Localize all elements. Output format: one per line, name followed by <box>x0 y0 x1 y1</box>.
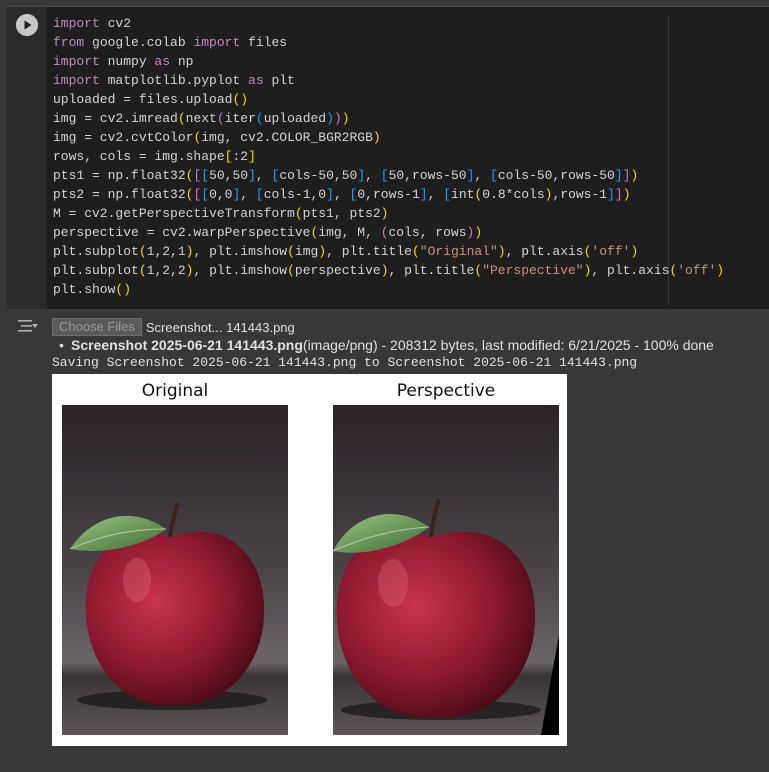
perspective-title: Perspective <box>396 381 496 401</box>
upload-widget: Choose Files Screenshot... 141443.png <box>52 318 295 336</box>
output-area: Choose Files Screenshot... 141443.png • S… <box>7 309 769 764</box>
code-line: img = cv2.cvtColor(img, cv2.COLOR_BGR2RG… <box>53 130 381 145</box>
cell-output: Choose Files Screenshot... 141443.png • S… <box>52 309 768 764</box>
original-title: Original <box>141 381 209 401</box>
code-editor[interactable]: import cv2 from google.colab import files… <box>53 14 765 304</box>
code-line: uploaded = files.upload() <box>53 92 249 107</box>
code-line: pts2 = np.float32([[0,0], [cols-1,0], [0… <box>53 187 631 202</box>
code-line: import numpy as np <box>53 54 194 69</box>
original-image <box>62 405 288 735</box>
cell-gutter <box>7 7 47 310</box>
list-bullet: • <box>59 337 64 353</box>
code-line: plt.subplot(1,2,2), plt.imshow(perspecti… <box>53 263 725 278</box>
code-line: import matplotlib.pyplot as plt <box>53 73 295 88</box>
apple-image-perspective <box>333 405 559 735</box>
code-line: pts1 = np.float32([[50,50], [cols-50,50]… <box>53 168 639 183</box>
run-cell-button[interactable] <box>16 14 38 36</box>
code-line: plt.subplot(1,2,1), plt.imshow(img), plt… <box>53 244 639 259</box>
code-line: import cv2 <box>53 16 132 31</box>
perspective-image <box>333 405 559 735</box>
apple-image-original <box>62 405 288 735</box>
code-line: M = cv2.getPerspectiveTransform(pts1, pt… <box>53 206 389 221</box>
uploaded-file-name: Screenshot 2025-06-21 141443.png <box>71 337 303 353</box>
code-line: perspective = cv2.warpPerspective(img, M… <box>53 225 483 240</box>
choose-files-button[interactable]: Choose Files <box>52 318 142 336</box>
output-gutter <box>7 309 47 764</box>
notebook-cell: import cv2 from google.colab import files… <box>0 0 769 772</box>
matplotlib-figure: Original Perspective <box>52 374 567 746</box>
code-line: from google.colab import files <box>53 35 288 50</box>
saving-message: Saving Screenshot 2025-06-21 141443.png … <box>52 355 638 370</box>
code-line: rows, cols = img.shape[:2] <box>53 149 256 164</box>
selected-file-name: Screenshot... 141443.png <box>145 319 295 335</box>
output-actions-icon[interactable] <box>17 318 39 336</box>
code-line: plt.show() <box>53 282 132 297</box>
code-line: img = cv2.imread(next(iter(uploaded))) <box>53 111 350 126</box>
uploaded-file-list: • Screenshot 2025-06-21 141443.png(image/… <box>52 337 714 353</box>
play-icon <box>16 14 38 36</box>
uploaded-file-details: (image/png) - 208312 bytes, last modifie… <box>302 337 714 353</box>
code-cell[interactable]: import cv2 from google.colab import files… <box>7 6 769 310</box>
